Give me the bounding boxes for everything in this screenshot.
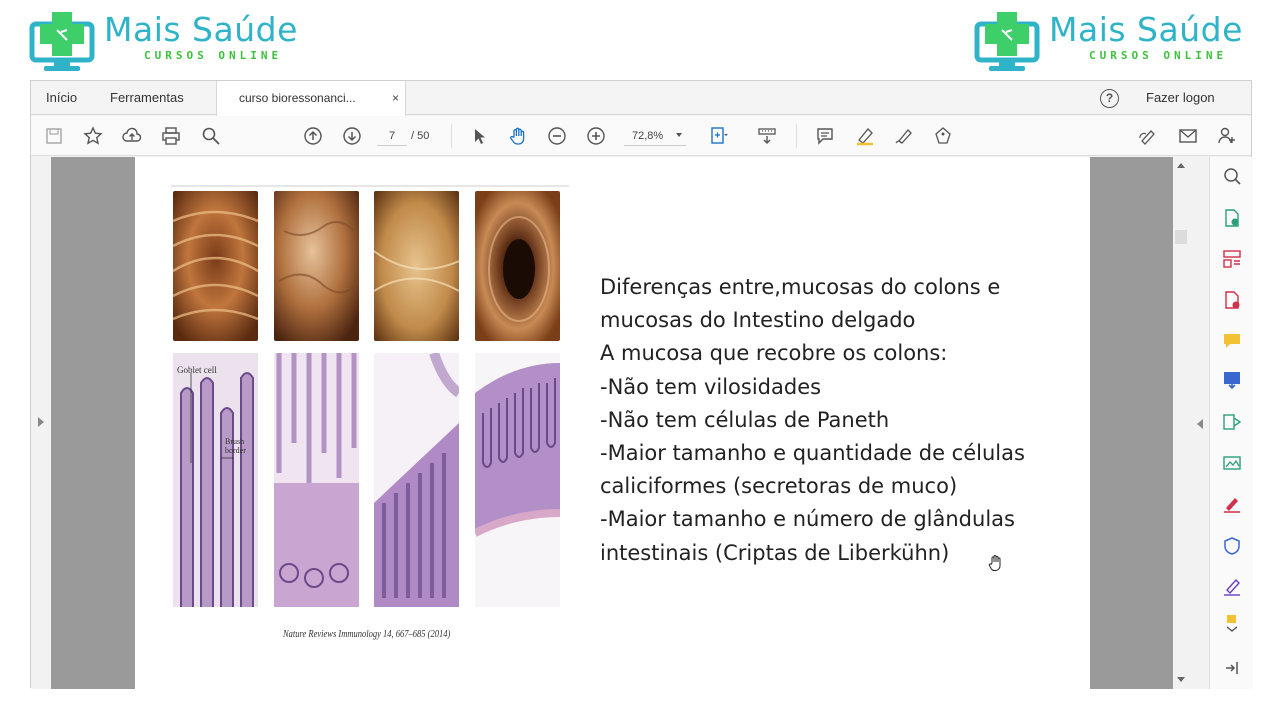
hand-tool-icon[interactable] — [507, 125, 529, 147]
goblet-cell-label: Goblet cell — [177, 365, 217, 375]
slide-text-line: A mucosa que recobre os colons: — [600, 341, 948, 366]
histology-image-4 — [475, 353, 560, 607]
slide-text-line: -Maior tamanho e número de glândulas — [600, 507, 1015, 532]
endoscopy-image-1 — [173, 191, 258, 341]
figure-caption: Nature Reviews Immunology 14, 667–685 (2… — [283, 629, 451, 640]
cloud-upload-icon[interactable] — [121, 125, 143, 147]
figure-rule — [171, 185, 569, 187]
page-total: / 50 — [411, 130, 430, 142]
more-tools-icon[interactable] — [1221, 613, 1243, 635]
scroll-up-icon[interactable] — [1177, 163, 1185, 168]
page-up-icon[interactable] — [302, 125, 324, 147]
collapse-right-panel-icon[interactable] — [1197, 419, 1203, 429]
fit-page-icon[interactable] — [707, 125, 729, 147]
toolbar-divider — [451, 124, 452, 148]
slide-text-line: caliciformes (secretoras de muco) — [600, 474, 958, 499]
combine-files-icon[interactable] — [1221, 369, 1243, 391]
read-mode-icon[interactable] — [756, 125, 778, 147]
tab-home[interactable]: Início — [46, 81, 77, 115]
add-user-icon[interactable] — [1216, 125, 1238, 147]
search-icon[interactable] — [200, 125, 222, 147]
toolbar-divider — [796, 124, 797, 148]
slide-text-line: -Não tem células de Paneth — [600, 407, 890, 432]
stamp-tag-icon[interactable] — [932, 125, 954, 147]
tab-document[interactable]: curso bioressonanci... × — [216, 81, 406, 116]
image-edit-icon[interactable] — [1221, 452, 1243, 474]
brush-label-line2: border — [225, 446, 246, 455]
tab-tools[interactable]: Ferramentas — [110, 81, 184, 115]
slide-text-line: intestinais (Criptas de Liberkühn) — [600, 540, 950, 565]
star-icon[interactable] — [82, 125, 104, 147]
monitor-cross-icon — [28, 10, 96, 74]
left-panel-strip — [31, 157, 51, 689]
comment-icon[interactable] — [814, 125, 836, 147]
send-for-review-icon[interactable] — [1221, 411, 1243, 433]
help-icon[interactable]: ? — [1100, 89, 1119, 108]
screen: Mais Saúde CURSOS ONLINE Mais Saúde CURS… — [0, 0, 1280, 720]
zoom-in-icon[interactable] — [585, 125, 607, 147]
scroll-down-icon[interactable] — [1177, 677, 1185, 682]
document-viewport[interactable]: Goblet cell Brush border Nature Reviews … — [31, 157, 1209, 689]
brand-logo-right: Mais Saúde CURSOS ONLINE — [973, 10, 1243, 76]
email-icon[interactable] — [1177, 125, 1199, 147]
fill-sign-icon[interactable] — [1221, 493, 1243, 515]
pdf-reader-window: Início Ferramentas curso bioressonanci..… — [30, 80, 1253, 689]
brand-logo-left: Mais Saúde CURSOS ONLINE — [28, 10, 298, 76]
zoom-out-icon[interactable] — [546, 125, 568, 147]
signature-pen-icon[interactable] — [1221, 576, 1243, 598]
save-icon[interactable] — [43, 125, 65, 147]
zoom-search-icon[interactable] — [1221, 165, 1243, 187]
slide-text-line: -Não tem vilosidades — [600, 374, 822, 399]
histology-image-1: Goblet cell Brush border — [173, 353, 258, 607]
create-pdf-icon[interactable] — [1221, 289, 1243, 311]
protect-shield-icon[interactable] — [1221, 535, 1243, 557]
chevron-down-icon[interactable] — [676, 133, 682, 137]
endoscopy-image-2 — [274, 191, 359, 341]
expand-left-panel-icon[interactable] — [38, 417, 44, 427]
slide-text-line: Diferenças entre,mucosas do colons e — [600, 275, 1001, 299]
tab-bar: Início Ferramentas curso bioressonanci..… — [31, 81, 1251, 116]
hand-cursor-icon — [988, 554, 1004, 572]
histology-image-3 — [374, 353, 459, 607]
page-down-icon[interactable] — [341, 125, 363, 147]
page-number-input[interactable]: 7 — [377, 126, 407, 146]
brand-subtitle: CURSOS ONLINE — [144, 49, 283, 62]
organize-pages-icon[interactable] — [1221, 248, 1243, 270]
highlight-pen-icon[interactable] — [854, 125, 876, 147]
brush-label-line1: Brush — [225, 437, 245, 446]
brush-border-label: Brush border — [225, 437, 246, 455]
brand-subtitle: CURSOS ONLINE — [1089, 49, 1228, 62]
pdf-page: Goblet cell Brush border Nature Reviews … — [135, 157, 1090, 689]
tab-document-label: curso bioressonanci... — [239, 91, 356, 105]
brand-title: Mais Saúde — [104, 10, 298, 49]
slide-text-line: -Maior tamanho e quantidade de células — [600, 441, 1025, 466]
monitor-cross-icon — [973, 10, 1041, 74]
export-pdf-icon[interactable] — [1221, 207, 1243, 229]
endoscopy-image-4 — [475, 191, 560, 341]
histology-image-2 — [274, 353, 359, 607]
collapse-tools-icon[interactable] — [1221, 657, 1243, 679]
close-tab-icon[interactable]: × — [392, 81, 399, 115]
select-pointer-icon[interactable] — [468, 125, 490, 147]
vertical-scrollbar[interactable] — [1173, 157, 1209, 689]
draw-sign-icon[interactable] — [893, 125, 915, 147]
print-icon[interactable] — [160, 125, 182, 147]
endoscopy-image-3 — [374, 191, 459, 341]
slide-text-line: mucosas do Intestino delgado — [600, 308, 916, 333]
scroll-thumb[interactable] — [1175, 230, 1187, 244]
login-link[interactable]: Fazer logon — [1146, 81, 1215, 115]
slide-text: Diferenças entre,mucosas do colons e muc… — [600, 271, 1080, 570]
toolbar: 7 / 50 72,8% — [31, 116, 1251, 156]
comment-panel-icon[interactable] — [1221, 330, 1243, 352]
tools-panel — [1209, 157, 1253, 689]
edit-sign-icon[interactable] — [1137, 125, 1159, 147]
brand-title: Mais Saúde — [1049, 10, 1243, 49]
